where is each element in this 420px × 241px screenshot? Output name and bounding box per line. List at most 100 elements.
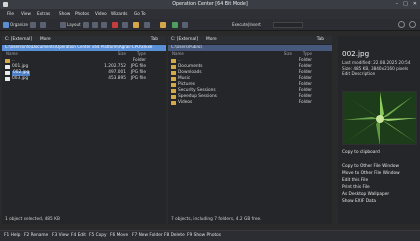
f6-move-button[interactable]: F6 Move: [110, 233, 128, 239]
column-type[interactable]: Type: [303, 52, 312, 57]
right-pane-header: C: [External] More Tab: [168, 36, 332, 44]
menu-photos[interactable]: Photos: [75, 11, 89, 17]
left-path-bar[interactable]: C:\Users\info\Documents\Operation Center…: [2, 45, 166, 51]
edit-file-link[interactable]: Edit this File: [342, 178, 368, 184]
menu-wizards[interactable]: Wizards: [111, 11, 127, 17]
folder-name: Documents: [178, 63, 203, 69]
f9-show-photos-button[interactable]: F9 Show Photos: [187, 233, 221, 239]
execute-input[interactable]: [273, 22, 303, 28]
menu-file[interactable]: File: [7, 11, 14, 17]
organize-label: Organize: [10, 21, 28, 27]
left-file-pane[interactable]: C: [External] More Tab C:\Users\info\Doc…: [2, 36, 166, 224]
new-folder-button[interactable]: [133, 21, 139, 29]
f4-edit-button[interactable]: F4 Edit: [71, 233, 86, 239]
file-type: Folder: [132, 57, 146, 63]
right-tab-button[interactable]: Tab: [317, 37, 324, 43]
f8-delete-button[interactable]: F8 Delete: [164, 233, 185, 239]
menu-video[interactable]: Video: [95, 11, 107, 17]
f5-copy-button[interactable]: F5 Copy: [89, 233, 107, 239]
folder-type: Folder: [298, 81, 312, 87]
right-more-button[interactable]: More: [206, 37, 217, 43]
back-icon: [83, 22, 89, 28]
image-file-icon: [5, 71, 10, 75]
folder-name: Security Sessions: [178, 87, 216, 93]
file-type: JPG file: [130, 69, 146, 75]
preview-info: Last modified: 22.08.2025 20:54 Size: 48…: [342, 60, 411, 77]
file-row[interactable]: 003.jpg 453.895 JPG file: [2, 76, 166, 82]
layout-label: Layout: [67, 21, 81, 27]
menu-extras[interactable]: Extras: [37, 11, 50, 17]
folder-type: Folder: [298, 93, 312, 99]
folder-name: Music: [178, 75, 191, 81]
window-title: Operation Center [64 Bit Mode]: [172, 1, 248, 7]
column-type[interactable]: Type: [137, 52, 146, 57]
show-exif-link[interactable]: Show EXIF Data: [342, 199, 376, 205]
folder-row[interactable]: Videos Folder: [168, 100, 332, 106]
folder-type: Folder: [298, 75, 312, 81]
edit-description-link[interactable]: Edit Description: [342, 71, 411, 77]
minimize-button[interactable]: –: [396, 1, 399, 8]
maximize-button[interactable]: □: [403, 1, 408, 8]
close-button[interactable]: ✕: [413, 1, 417, 8]
file-name: ..: [12, 57, 15, 63]
copy-to-other-window-link[interactable]: Copy to Other File Window: [342, 164, 399, 170]
rename-button[interactable]: [122, 21, 128, 29]
left-pane-header: C: [External] More Tab: [2, 36, 166, 44]
right-file-pane[interactable]: C: [External] More Tab C:\Users\Public\ …: [168, 36, 332, 224]
move-to-other-window-link[interactable]: Move to Other File Window: [342, 171, 400, 177]
copy-icon: [92, 22, 98, 28]
menu-show[interactable]: Show: [59, 11, 70, 17]
folder-icon: [171, 83, 176, 87]
f7-new-folder-button[interactable]: F7 New Folder: [132, 233, 163, 239]
folder-name: Pictures: [178, 81, 196, 87]
delete-button[interactable]: [112, 21, 118, 29]
menu-bar: File View Extras Show Photos Video Wizar…: [0, 9, 420, 19]
column-size[interactable]: Size: [284, 52, 292, 57]
sync-button[interactable]: [172, 21, 178, 29]
execute-text: Execute|Insert: [232, 21, 261, 27]
column-name[interactable]: Name: [172, 52, 184, 57]
arrow-up-icon: [182, 22, 188, 28]
desktop-wallpaper-link[interactable]: As Desktop Wallpaper: [342, 192, 389, 198]
right-column-header: Name Size Type: [168, 52, 332, 57]
layout-button[interactable]: Layout: [60, 21, 81, 29]
view-button[interactable]: [30, 21, 36, 29]
properties-button[interactable]: [144, 21, 150, 29]
print-file-link[interactable]: Print this File: [342, 185, 370, 191]
paste-button[interactable]: [101, 21, 107, 29]
f3-view-button[interactable]: F3 View: [52, 233, 69, 239]
left-tab-button[interactable]: Tab: [151, 37, 158, 43]
copy-to-clipboard-link[interactable]: Copy to clipboard: [342, 150, 380, 156]
organize-button[interactable]: Organize: [3, 21, 28, 29]
copy-button[interactable]: [92, 21, 98, 29]
refresh-button[interactable]: [40, 21, 46, 29]
left-status-text: 1 object selected, 485 KB: [5, 217, 60, 222]
right-path-bar[interactable]: C:\Users\Public\: [168, 45, 332, 51]
left-drive-selector[interactable]: C: [External]: [5, 37, 32, 43]
organize-icon: [3, 22, 9, 28]
f1-help-button[interactable]: F1 Help: [4, 233, 20, 239]
menu-go-to[interactable]: Go To: [134, 11, 146, 17]
folder-icon: [5, 59, 10, 63]
folder-icon: [171, 95, 176, 99]
folder-type: Folder: [298, 69, 312, 75]
column-size[interactable]: Size: [118, 52, 126, 57]
f2-rename-button[interactable]: F2 Rename: [24, 233, 48, 239]
back-button[interactable]: [83, 21, 89, 29]
right-drive-selector[interactable]: C: [External]: [171, 37, 198, 43]
file-size: 453.895: [108, 75, 126, 81]
folder-name: Downloads: [178, 69, 202, 75]
folder-icon: [133, 22, 139, 28]
up-button[interactable]: [182, 21, 188, 29]
menu-view[interactable]: View: [21, 11, 31, 17]
history-icon[interactable]: [398, 21, 405, 28]
execute-label: Execute|Insert: [232, 21, 261, 29]
bookmark-button[interactable]: [160, 21, 166, 29]
help-icon[interactable]: [409, 21, 416, 28]
file-type: JPG file: [130, 63, 146, 69]
column-name[interactable]: Name: [6, 52, 18, 57]
preview-filename: 002.jpg: [342, 49, 370, 58]
left-more-button[interactable]: More: [40, 37, 51, 43]
file-name: 003.jpg: [12, 75, 29, 81]
folder-icon: [171, 59, 176, 63]
